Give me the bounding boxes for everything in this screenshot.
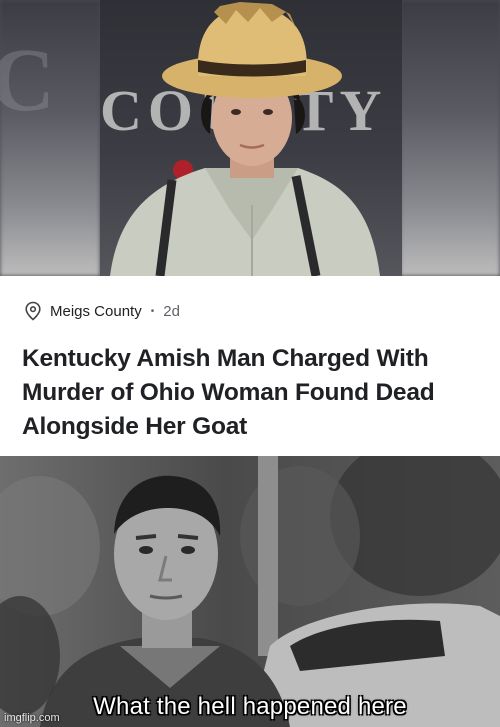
news-photo: COUNTY C (0, 0, 500, 276)
imgflip-watermark: imgflip.com (4, 712, 60, 724)
article-age: 2d (163, 302, 180, 320)
mugshot-illustration: COUNTY C (0, 2, 381, 276)
article-headline[interactable]: Kentucky Amish Man Charged With Murder o… (22, 342, 492, 444)
article-meta: Meigs County • 2d (24, 300, 180, 322)
location-label[interactable]: Meigs County (50, 303, 142, 320)
location-pin-icon (25, 301, 41, 321)
meta-separator: • (150, 305, 155, 317)
meme-scene-illustration (0, 456, 500, 727)
svg-text:C: C (0, 31, 55, 130)
meme-caption: What the hell happened here (93, 693, 407, 720)
meme-still (0, 456, 500, 727)
